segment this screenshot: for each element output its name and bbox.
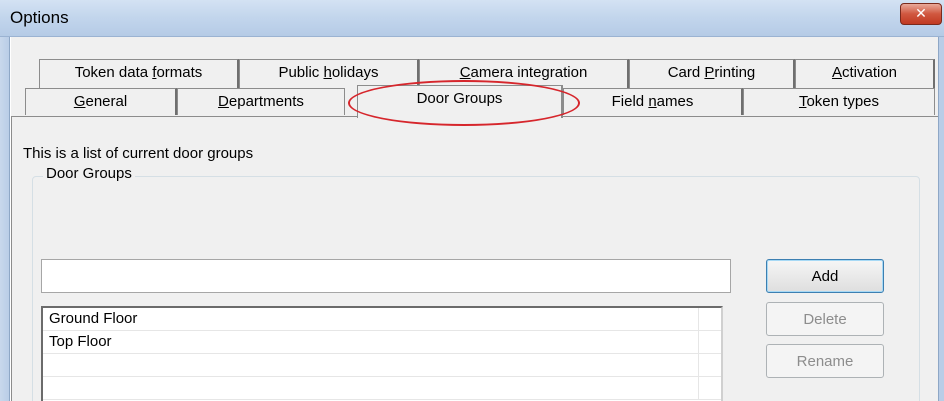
title-bar[interactable]: Options ✕ [0,0,944,37]
tab-accelerator: n [648,93,657,110]
tab-accelerator: C [459,64,471,81]
list-item[interactable]: Top Floor [43,331,721,354]
tab-public-holidays[interactable]: Public holidays [239,59,419,88]
tab-label: eneral [85,93,128,110]
list-item-label: Top Floor [49,333,112,350]
window-title: Options [10,8,69,27]
list-item[interactable]: Ground Floor [43,308,721,331]
column-divider [698,331,699,354]
tab-door-groups[interactable]: Door Groups [357,85,563,118]
tab-label: Public [278,64,324,81]
list-item[interactable] [43,354,721,377]
window-frame-right [938,37,944,401]
column-divider [698,377,699,400]
options-window: Options ✕ Token data formats Public holi… [0,0,944,401]
tab-activation[interactable]: Activation [795,59,935,88]
tab-label: ormats [156,64,203,81]
tab-accelerator: D [218,93,229,110]
tab-departments[interactable]: Departments [177,88,345,115]
tab-label: ames [656,93,694,110]
tab-label: ctivation [841,64,898,81]
tab-label: epartments [228,93,304,110]
delete-button[interactable]: Delete [766,302,884,336]
door-group-name-input[interactable] [41,259,731,293]
tab-accelerator: G [73,93,86,110]
close-icon: ✕ [915,6,927,22]
add-button[interactable]: Add [766,259,884,293]
panel-description: This is a list of current door groups [23,145,254,162]
tab-token-data-formats[interactable]: Token data formats [39,59,239,88]
column-divider [698,308,699,331]
tab-label: amera integration [470,64,588,81]
tab-label: olidays [331,64,379,81]
options-client-area: Token data formats Public holidays Camer… [11,37,938,401]
groupbox-label: Door Groups [43,165,135,182]
tab-row-back: Token data formats Public holidays Camer… [11,59,938,88]
tab-label: Token data [74,64,153,81]
tab-field-names[interactable]: Field names [563,88,743,115]
tab-label: Field [611,93,649,110]
rename-button[interactable]: Rename [766,344,884,378]
tab-accelerator: h [323,64,332,81]
tab-accelerator: P [704,64,715,81]
tab-accelerator: A [831,64,842,81]
door-groups-list[interactable]: Ground Floor Top Floor [41,306,723,401]
close-button[interactable]: ✕ [900,3,942,25]
column-divider [698,354,699,377]
tab-row-front: General Departments Door Groups Field na… [11,85,938,118]
tab-label: oken types [806,93,880,110]
tab-label: rinting [714,64,756,81]
window-frame-left [0,37,10,401]
tab-label: Card [667,64,705,81]
tab-token-types[interactable]: Token types [743,88,935,115]
list-item-label: Ground Floor [49,310,138,327]
list-item[interactable] [43,377,721,400]
tab-card-printing[interactable]: Card Printing [629,59,795,88]
tab-general[interactable]: General [25,88,177,115]
tab-label: Door Groups [416,90,503,107]
tab-camera-integration[interactable]: Camera integration [419,59,629,88]
